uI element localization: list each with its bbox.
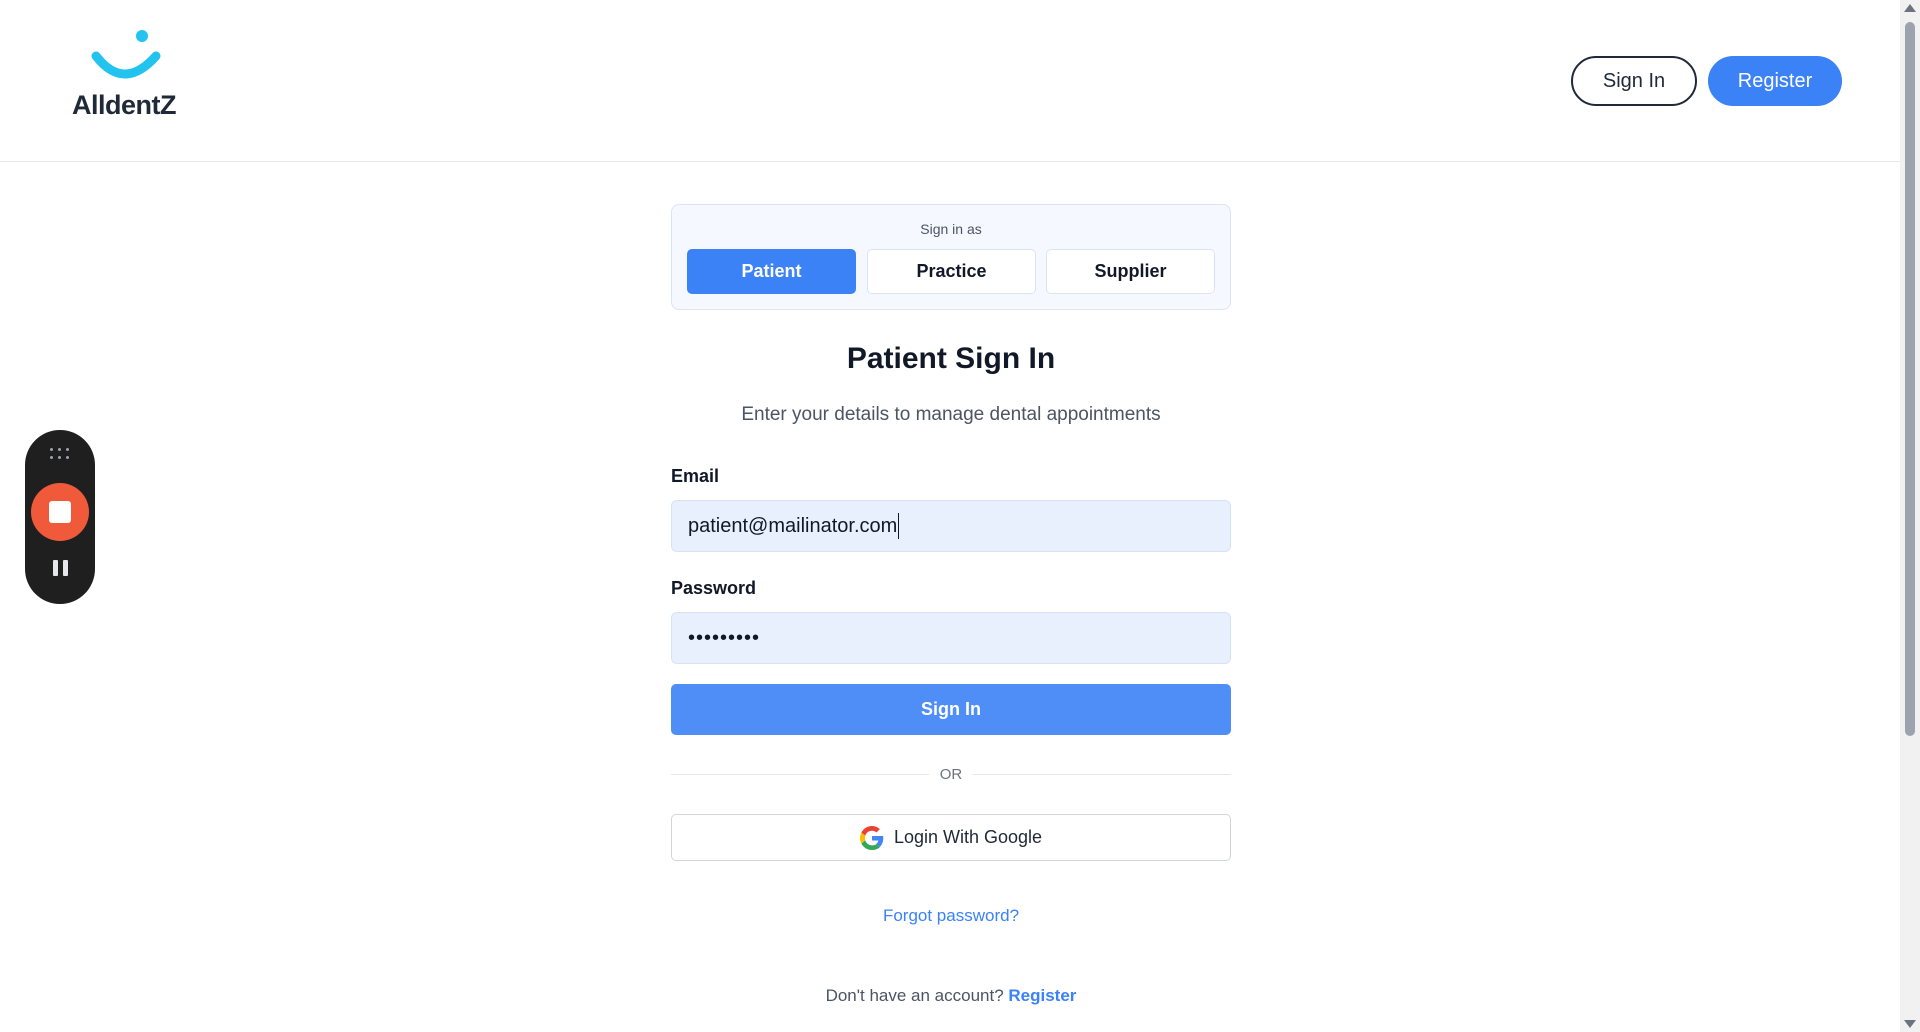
scrollbar[interactable] [1900,0,1920,1032]
role-supplier-button[interactable]: Supplier [1046,249,1215,294]
email-value: patient@mailinator.com [688,514,898,537]
scroll-up-icon[interactable] [1904,4,1916,12]
text-caret [898,513,900,539]
scroll-thumb[interactable] [1905,22,1915,736]
google-login-button[interactable]: Login With Google [671,814,1231,861]
or-divider: OR [671,764,1231,786]
logo-text: AlldentZ [72,90,177,120]
password-field[interactable]: ••••••••• [671,612,1231,664]
role-selector: Sign in as Patient Practice Supplier [671,204,1231,310]
header-sign-in-button[interactable]: Sign In [1571,56,1697,106]
google-login-label: Login With Google [893,827,1043,847]
header-register-button[interactable]: Register [1708,56,1842,106]
grip-icon[interactable] [50,448,70,460]
site-header: AlldentZ Sign In Register [0,0,1900,162]
smile-logo-icon [91,30,161,79]
scroll-down-icon[interactable] [1904,1020,1916,1028]
role-practice-button[interactable]: Practice [867,249,1036,294]
role-caption: Sign in as [920,221,982,237]
google-icon [859,825,884,850]
stop-recording-button[interactable] [31,483,89,541]
password-value: ••••••••• [688,626,761,649]
page-title: Patient Sign In [846,342,1056,375]
forgot-password-link[interactable]: Forgot password? [671,906,1231,926]
role-patient-button[interactable]: Patient [687,249,856,294]
password-label: Password [671,578,757,598]
register-link[interactable]: Register [1008,986,1076,1005]
email-field[interactable]: patient@mailinator.com [671,500,1231,552]
pause-icon[interactable] [51,560,69,578]
no-account-text: Don't have an account? [825,986,1004,1005]
logo[interactable]: AlldentZ [72,28,192,124]
signup-prompt: Don't have an account? Register [671,986,1231,1006]
page-subtitle: Enter your details to manage dental appo… [741,404,1161,425]
sign-in-button[interactable]: Sign In [671,684,1231,735]
email-label: Email [671,466,720,486]
stop-icon [49,501,71,523]
recorder-widget [25,430,95,604]
